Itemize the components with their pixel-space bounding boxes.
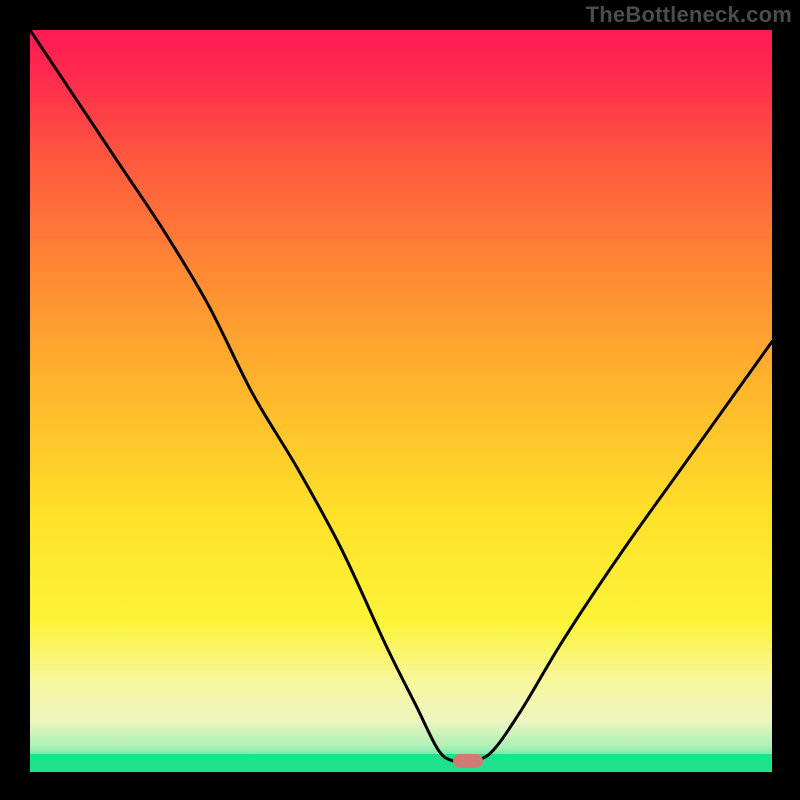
plot-area bbox=[30, 30, 772, 772]
curve-layer bbox=[30, 30, 772, 772]
chart-frame: TheBottleneck.com bbox=[0, 0, 800, 800]
optimal-marker bbox=[453, 754, 483, 768]
bottleneck-curve bbox=[30, 30, 772, 762]
watermark-text: TheBottleneck.com bbox=[586, 2, 792, 28]
